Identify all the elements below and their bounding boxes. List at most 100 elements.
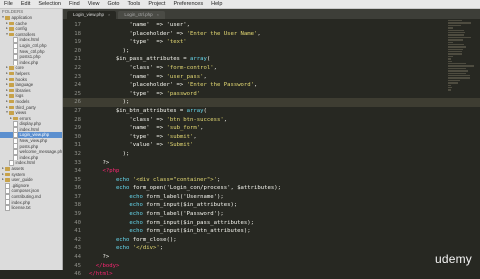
code-token: form_input($in_btn_attributes);	[142, 228, 251, 235]
minimap[interactable]	[446, 19, 480, 139]
code-line[interactable]: 25 'type' => 'password'	[63, 90, 480, 99]
code-line[interactable]: 44 ?>	[63, 253, 480, 262]
line-number: 37	[74, 193, 81, 200]
tree-item-label: license.txt	[11, 205, 31, 211]
code-token: =	[179, 56, 191, 63]
menu-view[interactable]: View	[84, 0, 104, 8]
code-token: echo	[89, 202, 143, 209]
code-token: =	[176, 107, 187, 114]
tab-label: Login_ctrl.php	[124, 12, 153, 17]
code-text: echo '</div>';	[89, 244, 163, 253]
code-text: ?>	[89, 253, 109, 262]
code-line[interactable]: 27 $in_btn_attributes = array(	[63, 107, 480, 116]
menu-tools[interactable]: Tools	[123, 0, 144, 8]
code-line[interactable]: 33 ?>	[63, 159, 480, 168]
code-token: 'text'	[166, 39, 187, 46]
code-line[interactable]: 17 'name' => 'user',	[63, 21, 480, 30]
minimap-line	[448, 89, 452, 91]
minimap-line	[448, 53, 462, 55]
code-line[interactable]: 29 'name' => 'sub_form',	[63, 124, 480, 133]
menu-goto[interactable]: Goto	[104, 0, 124, 8]
code-token: array	[190, 56, 207, 63]
code-line[interactable]: 35 echo '<div class="container">';	[63, 176, 480, 185]
file-tab[interactable]: Login_ctrl.php ×	[118, 11, 165, 19]
minimap-line	[448, 29, 465, 31]
folder-sidebar: FOLDERS ▾ application ▸ cache ▸ config ▾ contro…	[0, 9, 63, 270]
code-token: ,	[254, 82, 258, 89]
code-line[interactable]: 43 echo '</div>';	[63, 244, 480, 253]
code-line[interactable]: 22 'class' => 'form-control',	[63, 64, 480, 73]
menu-selection[interactable]: Selection	[34, 0, 65, 8]
code-line[interactable]: 23 'name' => 'user_pass',	[63, 73, 480, 82]
code-line[interactable]: 41 echo form_input($in_btn_attributes);	[63, 227, 480, 236]
line-number: 24	[74, 82, 81, 89]
code-token: form_input($in_attributes);	[142, 202, 238, 209]
code-token: 'placeholder' =>	[89, 30, 187, 37]
code-token: 'sub_form'	[166, 125, 201, 132]
code-line[interactable]: 19 'type' => 'text'	[63, 38, 480, 47]
code-token: form_open('Login_con/process', $attribut…	[129, 185, 281, 192]
menu-find[interactable]: Find	[65, 0, 84, 8]
menu-help[interactable]: Help	[207, 0, 226, 8]
code-token: '</div>'	[129, 245, 160, 252]
code-line[interactable]: 39 echo form_label('Password');	[63, 210, 480, 219]
menu-file[interactable]: File	[0, 0, 17, 8]
line-number: 26	[74, 99, 81, 106]
tab-bar: Login_view.php × Login_ctrl.php ×	[63, 9, 480, 19]
minimap-line	[448, 65, 474, 67]
code-line[interactable]: 46 </html>	[63, 270, 480, 279]
code-line[interactable]: 45 </body>	[63, 262, 480, 271]
code-text: 'name' => 'user_pass',	[89, 73, 206, 82]
code-text: );	[89, 150, 130, 159]
code-editor[interactable]: Login_view.php × Login_ctrl.php × 17 'name'…	[63, 9, 480, 277]
code-line[interactable]: 20 );	[63, 47, 480, 56]
folder-icon	[9, 77, 14, 82]
code-line[interactable]: 40 echo form_input($in_pass_attributes);	[63, 219, 480, 228]
code-line[interactable]: 42 echo form_close();	[63, 236, 480, 245]
code-line[interactable]: 38 echo form_input($in_attributes);	[63, 201, 480, 210]
code-token: echo	[89, 228, 143, 235]
code-text: 'type' => 'password'	[89, 90, 200, 99]
code-line[interactable]: 28 'class' => 'btn btn-success',	[63, 116, 480, 125]
code-token: 'submit'	[166, 133, 194, 140]
code-token: ?>	[89, 254, 110, 261]
code-line[interactable]: 21 $in_pass_attributes = array(	[63, 55, 480, 64]
code-line[interactable]: 32 );	[63, 150, 480, 159]
minimap-line	[448, 39, 463, 41]
line-number: 22	[74, 64, 81, 71]
file-tab[interactable]: Login_view.php ×	[67, 11, 117, 19]
code-text: 'placeholder' => 'Enter the Password',	[89, 81, 257, 90]
folder-icon	[9, 105, 14, 110]
minimap-line	[448, 27, 454, 29]
line-number: 20	[74, 47, 81, 54]
code-line[interactable]: 37 echo form_label('Username');	[63, 193, 480, 202]
tree-file[interactable]: license.txt	[0, 205, 62, 211]
code-line[interactable]: 26 );	[63, 98, 480, 107]
code-line[interactable]: 30 'type' => 'submit',	[63, 133, 480, 142]
line-number: 39	[74, 211, 81, 218]
code-line[interactable]: 24 'placeholder' => 'Enter the Password'…	[63, 81, 480, 90]
code-token: );	[89, 47, 130, 54]
line-number: 18	[74, 30, 81, 37]
code-line[interactable]: 36 echo form_open('Login_con/process', $…	[63, 184, 480, 193]
code-text: 'type' => 'submit',	[89, 133, 196, 142]
code-area[interactable]: 17 'name' => 'user', 18 'placeholder' => …	[63, 21, 480, 279]
code-token: echo	[89, 245, 130, 252]
menu-project[interactable]: Project	[144, 0, 169, 8]
menu-edit[interactable]: Edit	[17, 0, 34, 8]
code-token: (	[203, 107, 207, 114]
close-tab-icon[interactable]: ×	[108, 11, 110, 19]
code-line[interactable]: 18 'placeholder' => 'Enter the User Name…	[63, 30, 480, 39]
code-token: '<div class="container">'	[129, 176, 217, 183]
code-text: </html>	[89, 270, 113, 279]
code-text: 'class' => 'btn btn-success',	[89, 116, 227, 125]
minimap-line	[448, 58, 451, 60]
code-token: 'Enter the User Name'	[186, 30, 258, 37]
minimap-line	[448, 48, 464, 51]
minimap-line	[448, 24, 462, 27]
close-tab-icon[interactable]: ×	[157, 11, 159, 19]
minimap-line	[448, 46, 467, 48]
code-line[interactable]: 34 <?php	[63, 167, 480, 176]
code-line[interactable]: 31 'value' => 'Submit'	[63, 141, 480, 150]
menu-preferences[interactable]: Preferences	[169, 0, 207, 8]
